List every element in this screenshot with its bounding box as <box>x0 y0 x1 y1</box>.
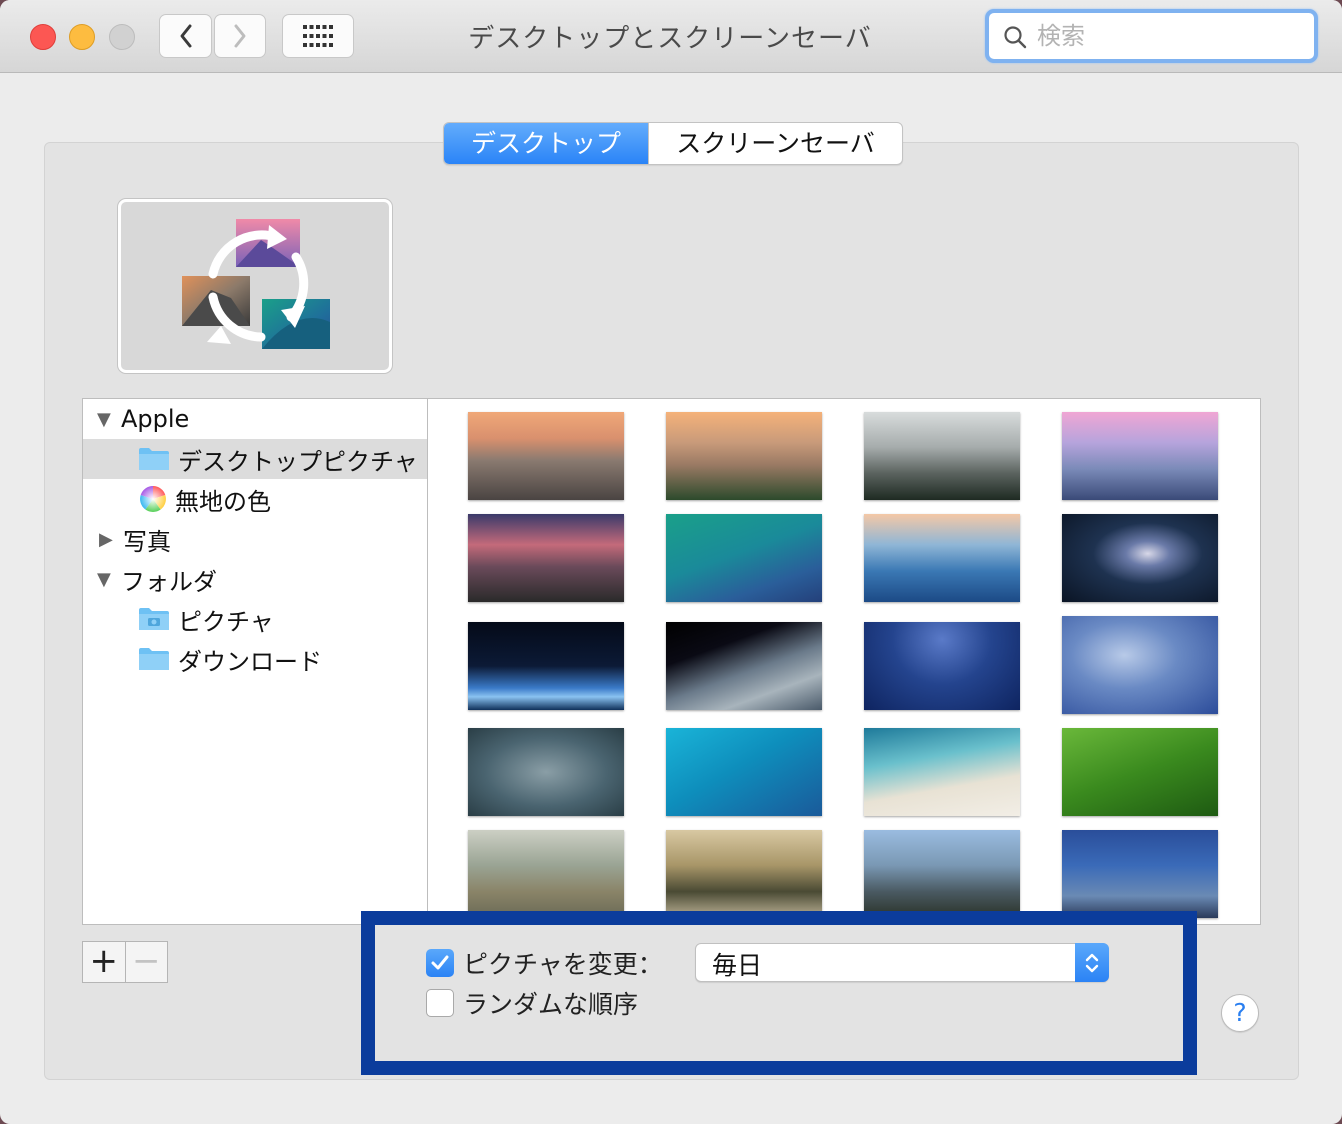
disclosure-down-icon[interactable]: ▼ <box>97 409 117 430</box>
wallpaper-thumbnail[interactable] <box>1062 728 1218 816</box>
wallpaper-thumbnail[interactable] <box>468 514 624 602</box>
wallpaper-thumbnail[interactable] <box>1062 412 1218 500</box>
sidebar-item-apple[interactable]: ▼ Apple <box>83 399 427 439</box>
search-field[interactable] <box>985 9 1318 63</box>
search-icon <box>1004 26 1027 49</box>
tab-screensaver[interactable]: スクリーンセーバ <box>648 123 902 164</box>
sidebar-item-photos[interactable]: ▶ 写真 <box>83 519 427 559</box>
pictures-folder-icon <box>139 608 169 630</box>
wallpaper-thumbnail[interactable] <box>468 830 624 918</box>
wallpaper-thumbnail[interactable] <box>864 412 1020 500</box>
sidebar-item-pictures[interactable]: ピクチャ <box>83 599 427 639</box>
source-list: ▼ Apple デスクトップピクチャ 無地の色 ▶ 写真 ▼ フォルダ ピクチャ… <box>82 398 428 925</box>
wallpaper-thumbnail[interactable] <box>1062 616 1218 714</box>
wallpaper-thumbnail[interactable] <box>864 622 1020 710</box>
grid-icon <box>303 25 333 47</box>
wallpaper-thumbnail[interactable] <box>1062 514 1218 602</box>
tab-desktop[interactable]: デスクトップ <box>444 123 648 164</box>
show-all-button[interactable] <box>282 14 354 58</box>
minimize-window-button[interactable] <box>69 24 95 50</box>
wallpaper-thumbnail[interactable] <box>1062 830 1218 918</box>
wallpaper-thumbnail[interactable] <box>864 728 1020 816</box>
wallpaper-grid <box>427 398 1261 925</box>
add-folder-button[interactable]: + <box>83 942 125 982</box>
tab-bar: デスクトップ スクリーンセーバ <box>443 122 903 165</box>
sidebar-item-solid-colors[interactable]: 無地の色 <box>83 479 427 519</box>
wallpaper-thumbnail[interactable] <box>666 830 822 918</box>
wallpaper-thumbnail[interactable] <box>666 622 822 710</box>
close-window-button[interactable] <box>30 24 56 50</box>
sidebar-item-downloads[interactable]: ダウンロード <box>83 639 427 679</box>
zoom-window-button[interactable] <box>109 24 135 50</box>
wallpaper-thumbnail[interactable] <box>864 514 1020 602</box>
chevron-right-icon <box>234 24 246 48</box>
wallpaper-thumbnail[interactable] <box>468 728 624 816</box>
rotating-wallpapers-icon <box>182 219 330 349</box>
preferences-window: デスクトップとスクリーンセーバ デスクトップ スクリーンセーバ <box>0 0 1342 1124</box>
folder-icon <box>139 648 169 670</box>
wallpaper-preview[interactable] <box>118 199 392 373</box>
folder-icon <box>139 448 169 470</box>
search-input[interactable] <box>1037 21 1297 51</box>
wallpaper-thumbnail[interactable] <box>864 830 1020 918</box>
window-title: デスクトップとスクリーンセーバ <box>468 24 872 54</box>
wallpaper-thumbnail[interactable] <box>666 514 822 602</box>
forward-button[interactable] <box>214 14 266 58</box>
add-remove-buttons: + − <box>82 941 168 983</box>
remove-folder-button[interactable]: − <box>124 942 168 982</box>
chevron-left-icon <box>180 24 191 48</box>
disclosure-right-icon[interactable]: ▶ <box>99 529 119 550</box>
wallpaper-thumbnail[interactable] <box>666 412 822 500</box>
title-bar: デスクトップとスクリーンセーバ <box>0 0 1342 73</box>
color-wheel-icon <box>140 486 166 512</box>
sidebar-item-folders[interactable]: ▼ フォルダ <box>83 559 427 599</box>
disclosure-down-icon[interactable]: ▼ <box>97 569 117 590</box>
sidebar-item-desktop-pictures[interactable]: デスクトップピクチャ <box>83 439 427 479</box>
wallpaper-thumbnail[interactable] <box>468 622 624 710</box>
help-button[interactable]: ? <box>1221 994 1259 1032</box>
back-button[interactable] <box>159 14 212 58</box>
highlight-annotation-frame <box>361 911 1197 1075</box>
wallpaper-thumbnail[interactable] <box>468 412 624 500</box>
wallpaper-thumbnail[interactable] <box>666 728 822 816</box>
